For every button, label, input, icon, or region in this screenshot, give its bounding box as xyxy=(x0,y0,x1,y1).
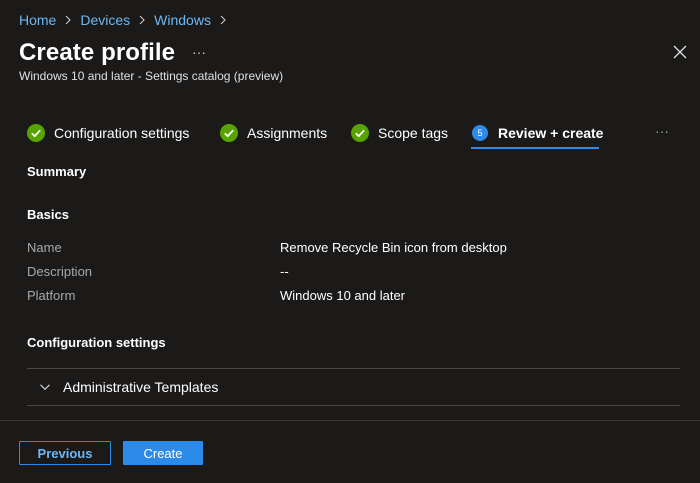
checkmark-circle-icon xyxy=(220,124,238,142)
description-value: -- xyxy=(280,264,289,279)
checkmark-circle-icon xyxy=(351,124,369,142)
breadcrumb: Home Devices Windows xyxy=(19,11,235,29)
administrative-templates-accordion[interactable]: Administrative Templates xyxy=(27,369,680,405)
footer-divider xyxy=(0,420,700,421)
tab-label: Review + create xyxy=(498,125,604,141)
name-label: Name xyxy=(27,240,62,255)
platform-value: Windows 10 and later xyxy=(280,288,406,303)
page-subtitle: Windows 10 and later - Settings catalog … xyxy=(19,69,284,83)
chevron-down-icon xyxy=(40,384,50,391)
chevron-right-icon xyxy=(137,15,147,25)
step-number-badge: 5 xyxy=(472,125,488,141)
active-tab-indicator xyxy=(471,147,599,149)
platform-label: Platform xyxy=(27,288,76,303)
accordion-bottom-divider xyxy=(27,405,680,406)
configuration-settings-heading: Configuration settings xyxy=(27,335,166,350)
tab-label: Configuration settings xyxy=(54,125,190,141)
breadcrumb-windows[interactable]: Windows xyxy=(154,12,211,28)
name-value: Remove Recycle Bin icon from desktop xyxy=(280,240,507,255)
summary-heading: Summary xyxy=(27,164,87,179)
create-profile-page: Home Devices Windows Create profile ··· … xyxy=(0,0,700,483)
tab-scope-tags[interactable]: Scope tags xyxy=(351,118,448,148)
description-label: Description xyxy=(27,264,93,279)
page-title: Create profile xyxy=(19,39,176,66)
breadcrumb-home[interactable]: Home xyxy=(19,12,56,28)
create-button[interactable]: Create xyxy=(123,441,203,465)
tab-label: Scope tags xyxy=(378,125,449,141)
tabs-more-button[interactable]: ··· xyxy=(651,124,673,140)
basics-heading: Basics xyxy=(27,207,69,222)
close-icon xyxy=(673,45,687,59)
chevron-right-icon xyxy=(63,15,73,25)
close-button[interactable] xyxy=(672,44,688,60)
chevron-right-icon xyxy=(218,15,228,25)
wizard-tabs: Configuration settings Assignments Scope… xyxy=(0,118,700,152)
tab-configuration-settings[interactable]: Configuration settings xyxy=(27,118,189,148)
checkmark-circle-icon xyxy=(27,124,45,142)
breadcrumb-devices[interactable]: Devices xyxy=(80,12,130,28)
tab-label: Assignments xyxy=(247,125,328,141)
tab-review-create[interactable]: 5 Review + create xyxy=(472,118,603,148)
more-options-button[interactable]: ··· xyxy=(188,42,210,62)
tab-assignments[interactable]: Assignments xyxy=(220,118,327,148)
accordion-label: Administrative Templates xyxy=(63,379,219,395)
previous-button[interactable]: Previous xyxy=(19,441,111,465)
